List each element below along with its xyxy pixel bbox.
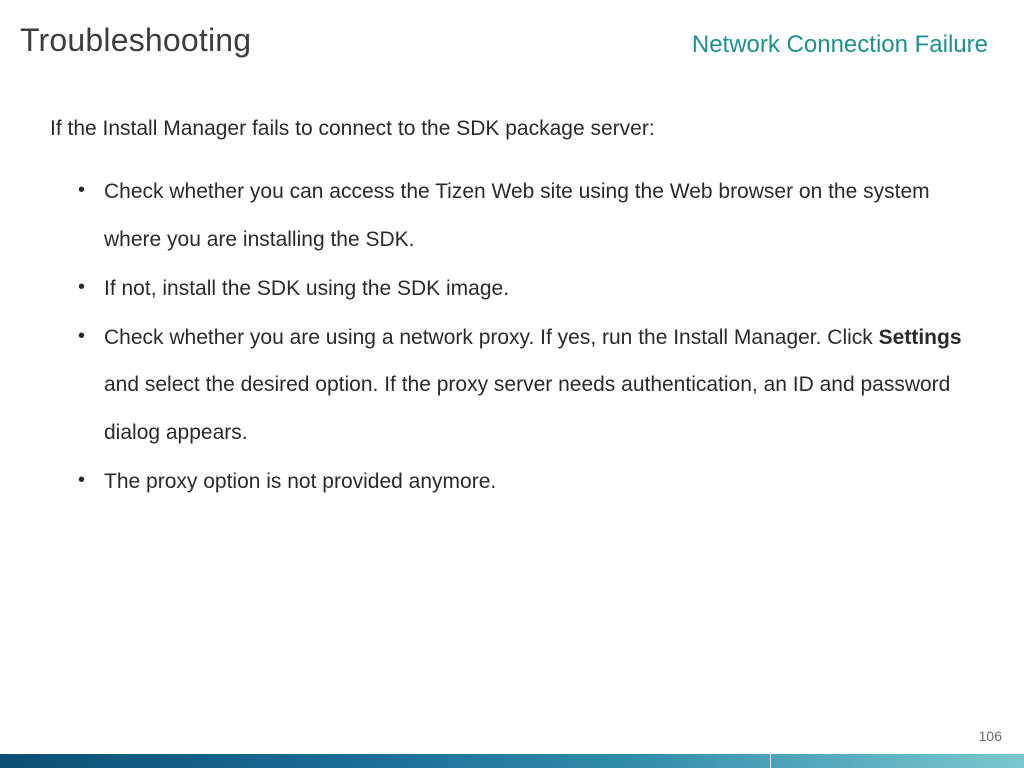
- body-content: If the Install Manager fails to connect …: [0, 59, 1024, 505]
- header-row: Troubleshooting Network Connection Failu…: [0, 0, 1024, 59]
- bullet-text-pre: Check whether you are using a network pr…: [104, 326, 879, 349]
- list-item: Check whether you can access the Tizen W…: [78, 168, 980, 263]
- bullet-text: If not, install the SDK using the SDK im…: [104, 277, 509, 300]
- bullet-text-post: and select the desired option. If the pr…: [104, 373, 950, 443]
- footer-tick-icon: [770, 752, 771, 768]
- page-title: Troubleshooting: [20, 22, 251, 59]
- bullet-text: Check whether you can access the Tizen W…: [104, 180, 930, 250]
- page-number: 106: [979, 728, 1002, 744]
- lead-text: If the Install Manager fails to connect …: [50, 115, 980, 142]
- list-item: Check whether you are using a network pr…: [78, 314, 980, 456]
- page-subtitle: Network Connection Failure: [692, 31, 988, 59]
- list-item: The proxy option is not provided anymore…: [78, 458, 980, 505]
- slide-page: Troubleshooting Network Connection Failu…: [0, 0, 1024, 768]
- list-item: If not, install the SDK using the SDK im…: [78, 265, 980, 312]
- bullet-text: The proxy option is not provided anymore…: [104, 470, 496, 493]
- bullet-text-bold: Settings: [879, 326, 962, 349]
- bullet-list: Check whether you can access the Tizen W…: [50, 168, 980, 505]
- footer-bar: [0, 754, 1024, 768]
